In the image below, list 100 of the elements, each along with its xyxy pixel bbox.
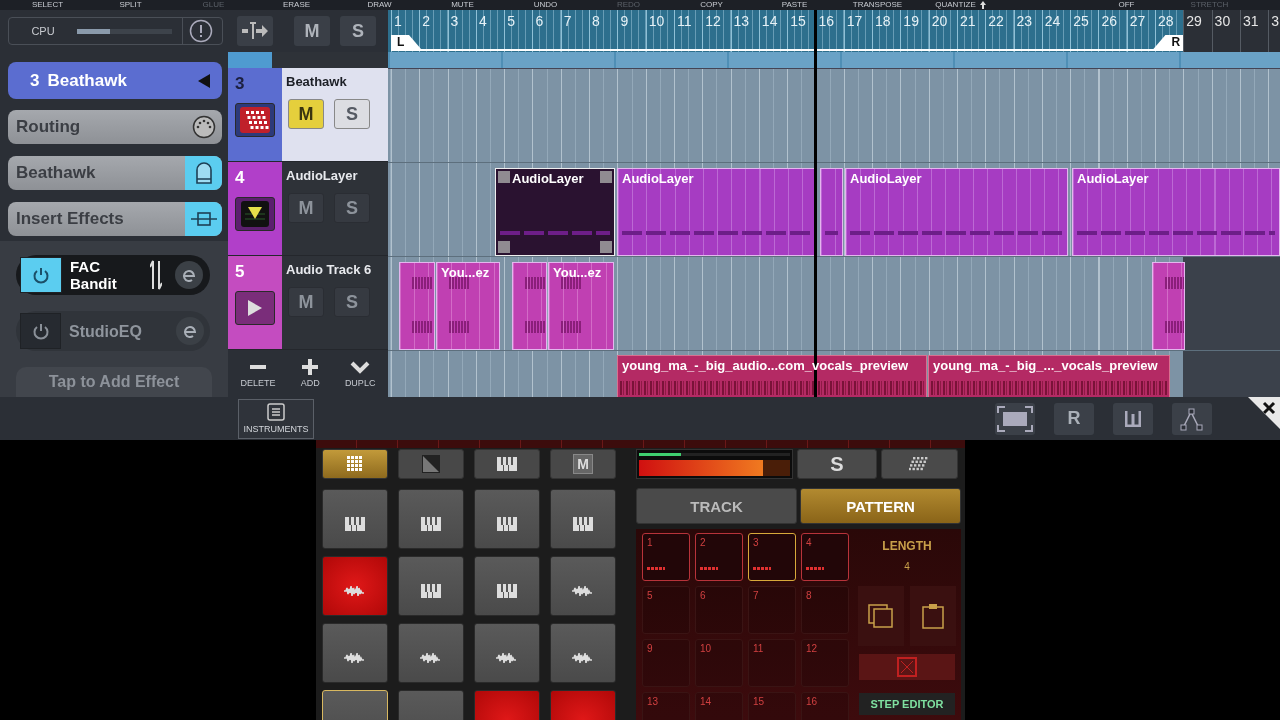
pattern-slot[interactable]: 10 [695, 639, 743, 687]
drum-pad[interactable] [550, 489, 616, 549]
solo-button[interactable]: S [797, 449, 877, 479]
drum-pad[interactable] [398, 623, 464, 683]
mode-tab[interactable] [322, 449, 388, 479]
drum-machine-button[interactable] [881, 449, 958, 479]
drum-pad[interactable] [550, 623, 616, 683]
solo-button[interactable]: S [334, 287, 370, 317]
reorder-arrows-icon[interactable] [150, 259, 162, 291]
solo-button[interactable]: S [334, 99, 370, 129]
drum-pad[interactable] [322, 556, 388, 616]
paste-button[interactable] [910, 586, 956, 646]
insert-effects-button[interactable]: Insert Effects [8, 202, 222, 236]
split-tool-button[interactable] [237, 16, 273, 46]
mute-button[interactable]: M [288, 193, 324, 223]
mute-button[interactable]: M [288, 287, 324, 317]
resize-handle[interactable] [600, 171, 612, 183]
clip[interactable]: AudioLayer [617, 168, 815, 256]
tool-label[interactable]: TRANSPOSE [852, 0, 903, 10]
drum-pad[interactable] [398, 489, 464, 549]
track-header[interactable]: AudioLayer M S [282, 162, 388, 255]
left-locator[interactable]: L [391, 35, 421, 49]
track-action-button[interactable]: DUPLC [344, 359, 376, 388]
instrument-button[interactable]: Beathawk [8, 156, 222, 190]
pattern-slot[interactable]: 2 [695, 533, 743, 581]
fullscreen-button[interactable] [995, 402, 1035, 435]
drum-pad[interactable] [474, 489, 540, 549]
pattern-slot[interactable]: 15 [748, 692, 796, 720]
clip[interactable]: AudioLayer [845, 168, 1068, 256]
pattern-slot[interactable]: 12 [801, 639, 849, 687]
clip[interactable] [512, 262, 547, 350]
automation-button[interactable] [1172, 402, 1212, 435]
pattern-slot[interactable]: 6 [695, 586, 743, 634]
pattern-slot[interactable]: 13 [642, 692, 690, 720]
resize-handle[interactable] [600, 241, 612, 253]
tool-label[interactable]: MUTE [451, 0, 474, 10]
instrument-button[interactable] [235, 197, 275, 231]
instrument-button[interactable] [235, 103, 275, 137]
alert-icon[interactable] [189, 19, 213, 43]
edit-icon[interactable] [174, 316, 204, 346]
mode-tab[interactable]: M [550, 449, 616, 479]
edit-icon[interactable] [174, 260, 204, 290]
pattern-slot[interactable]: 14 [695, 692, 743, 720]
clip[interactable]: You...ez [548, 262, 614, 350]
pattern-slot[interactable]: 8 [801, 586, 849, 634]
read-button[interactable]: R [1054, 402, 1094, 435]
mode-tab[interactable] [474, 449, 540, 479]
tool-label[interactable]: SELECT [31, 0, 64, 10]
tool-label[interactable]: SPLIT [119, 0, 142, 10]
right-locator[interactable]: R [1153, 35, 1184, 49]
drum-pad[interactable] [550, 556, 616, 616]
track-selector-button[interactable]: 3 Beathawk [8, 62, 222, 99]
drum-pad[interactable] [322, 489, 388, 549]
tool-label[interactable]: ERASE [282, 0, 311, 10]
write-button[interactable] [1113, 402, 1153, 435]
copy-button[interactable] [858, 586, 904, 646]
tool-label[interactable]: QUANTIZE [935, 0, 986, 10]
power-button[interactable] [20, 257, 62, 293]
tool-label[interactable]: OFF [1118, 0, 1135, 10]
tool-label[interactable]: COPY [700, 0, 723, 10]
pattern-slot[interactable]: 11 [748, 639, 796, 687]
step-editor-button[interactable]: STEP EDITOR [859, 693, 955, 715]
track-action-button[interactable]: ADD [300, 359, 320, 388]
timeline-ruler[interactable]: 1 2 3 4 5 6 7 8 9 10 11 12 13 14 15 16 17 18 19 20 21 22 23 24 25 26 27 28 29 30 31 3 L R [388, 10, 1280, 52]
clip[interactable]: young_ma_-_big_..._vocals_preview [928, 355, 1170, 397]
track-action-button[interactable]: DELETE [240, 359, 276, 388]
pattern-slot[interactable]: 4 [801, 533, 849, 581]
effect-slot[interactable]: FAC Bandit [16, 255, 210, 295]
clip[interactable]: AudioLayer [495, 168, 615, 256]
track-lane[interactable]: AudioLayer AudioLayer AudioLayer AudioLayer [388, 163, 1280, 257]
routing-button[interactable]: Routing [8, 110, 222, 144]
track-header[interactable]: Audio Track 6 M S [282, 256, 388, 349]
track-header[interactable]: Beathawk M S [282, 68, 388, 161]
clip[interactable] [1152, 262, 1185, 350]
drum-pad[interactable] [398, 556, 464, 616]
clip[interactable] [820, 168, 843, 256]
solo-button[interactable]: S [340, 16, 376, 46]
track-lane[interactable]: You...ez You...ez [388, 257, 1280, 351]
resize-handle[interactable] [498, 171, 510, 183]
tool-label[interactable]: PASTE [781, 0, 808, 10]
drum-pad[interactable] [322, 623, 388, 683]
resize-handle[interactable] [498, 241, 510, 253]
tool-label[interactable]: DRAW [367, 0, 392, 10]
tool-label[interactable]: UNDO [533, 0, 558, 10]
pattern-slot[interactable]: 3 [748, 533, 796, 581]
solo-button[interactable]: S [334, 193, 370, 223]
add-effect-button[interactable]: Tap to Add Effect [16, 367, 212, 397]
pattern-slot[interactable]: 5 [642, 586, 690, 634]
pattern-slot[interactable]: 7 [748, 586, 796, 634]
clip[interactable]: AudioLayer [1072, 168, 1280, 256]
power-button[interactable] [20, 313, 62, 349]
pattern-slot[interactable]: 16 [801, 692, 849, 720]
view-tab[interactable]: TRACK [636, 488, 797, 524]
effect-slot[interactable]: StudioEQ [16, 311, 210, 351]
clip[interactable] [399, 262, 435, 350]
pattern-slot[interactable]: 9 [642, 639, 690, 687]
instrument-button[interactable] [235, 291, 275, 325]
mute-button[interactable]: M [294, 16, 330, 46]
drum-pad[interactable] [474, 623, 540, 683]
view-tab[interactable]: PATTERN [800, 488, 961, 524]
